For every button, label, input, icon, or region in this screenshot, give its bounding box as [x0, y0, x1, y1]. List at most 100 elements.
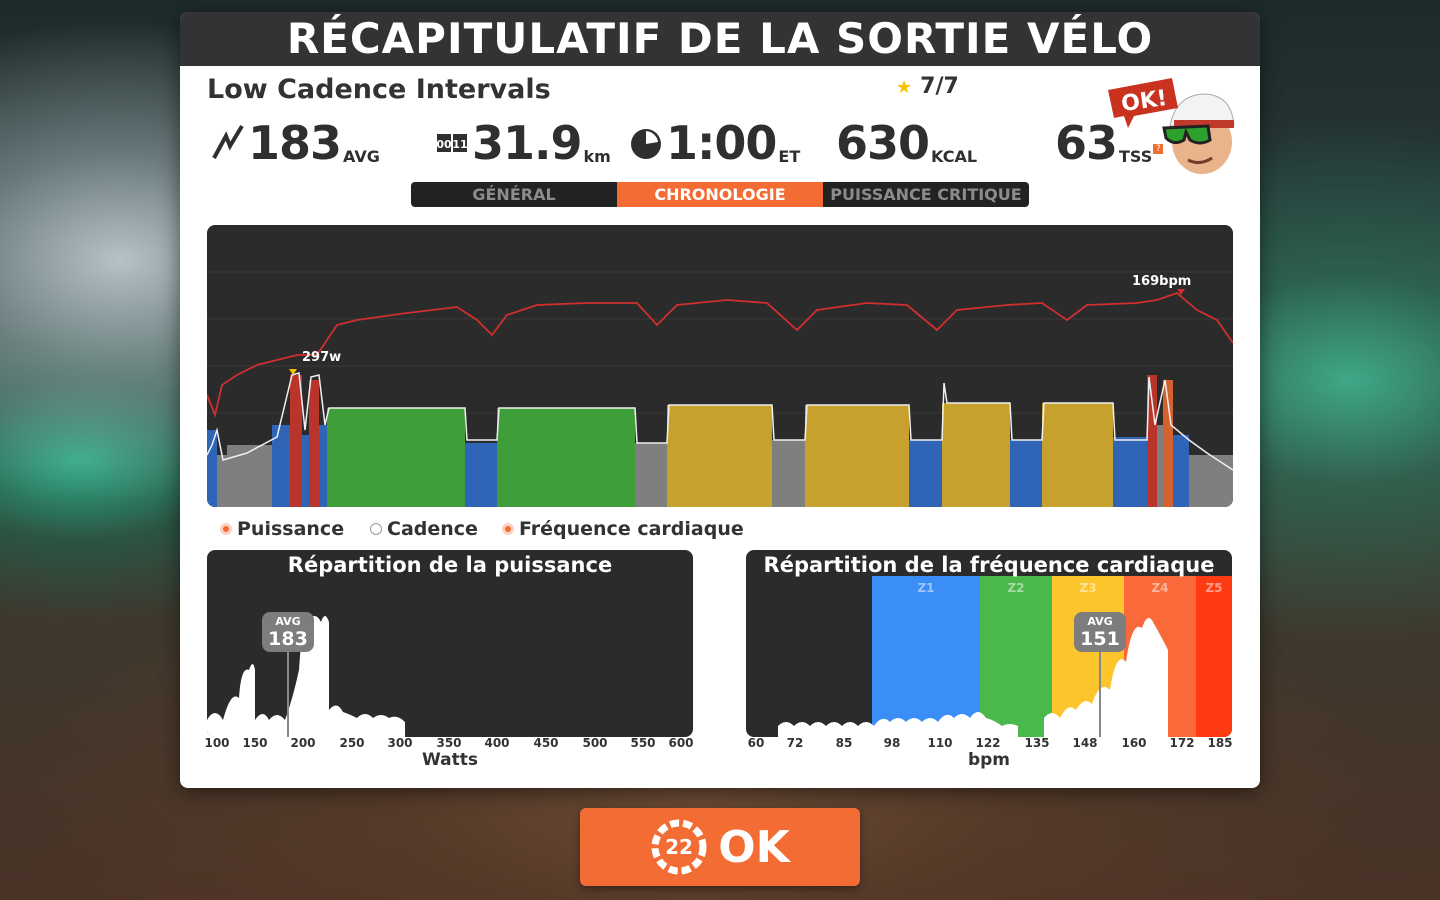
power-segment — [635, 443, 667, 507]
heart-rate-line — [207, 291, 1233, 418]
power-tick: 200 — [290, 736, 316, 750]
power-avg-label: AVG — [275, 615, 300, 628]
power-segment — [497, 408, 635, 507]
hr-zone-3-label: Z3 — [1079, 581, 1096, 595]
hr-tick: 98 — [883, 736, 901, 750]
distance-value: 31.9 — [472, 116, 582, 170]
countdown-value: 22 — [665, 835, 693, 859]
hr-avg-label: AVG — [1087, 615, 1112, 628]
power-segment — [217, 455, 227, 507]
legend-power-label: Puissance — [237, 518, 345, 540]
legend-cadence-label: Cadence — [387, 518, 478, 540]
hr-tick: 60 — [747, 736, 765, 750]
elapsed-time-value: 1:00 — [666, 116, 777, 170]
clock-icon — [631, 129, 661, 159]
stat-elapsed-time: 1:00 ET — [628, 112, 800, 168]
stat-calories: 630 KCAL — [836, 112, 977, 168]
legend-cadence-toggle-icon — [370, 523, 382, 535]
hr-zone-1-band — [872, 576, 980, 737]
hr-zone-4-label: Z4 — [1151, 581, 1168, 595]
legend-power-toggle-icon — [220, 523, 232, 535]
hr-tick: 160 — [1121, 736, 1147, 750]
workout-rating: ★ 7/7 — [896, 74, 959, 99]
power-segment — [1113, 437, 1147, 507]
legend-heart-rate-label: Fréquence cardiaque — [519, 518, 744, 540]
hr-tick: 72 — [786, 736, 804, 750]
hr-avg-value: 151 — [1080, 628, 1120, 650]
power-segment — [465, 443, 497, 507]
hr-zone-5-label: Z5 — [1205, 581, 1222, 595]
power-segment — [1173, 435, 1189, 507]
heart-rate-distribution-title: Répartition de la fréquence cardiaque — [763, 553, 1215, 577]
power-tick: 500 — [582, 736, 608, 750]
power-peak-label: 297w — [302, 350, 341, 365]
elapsed-time-unit: ET — [778, 147, 801, 166]
legend-power[interactable]: Puissance — [220, 518, 344, 540]
power-segment — [290, 375, 302, 507]
page-title: RÉCAPITULATIF DE LA SORTIE VÉLO — [180, 12, 1260, 66]
avatar: OK! — [1108, 78, 1235, 174]
timeline-chart: 297w 169bpm — [207, 225, 1233, 507]
hr-tick: 135 — [1024, 736, 1050, 750]
hr-zone-1-label: Z1 — [917, 581, 934, 595]
power-tick: 450 — [533, 736, 559, 750]
tab-chronologie[interactable]: CHRONOLOGIE — [617, 182, 823, 207]
power-segment — [302, 435, 309, 507]
power-segment — [667, 405, 772, 507]
power-tick: 150 — [242, 736, 268, 750]
hr-tick: 122 — [975, 736, 1001, 750]
power-tick: 550 — [630, 736, 656, 750]
svg-text:11: 11 — [452, 138, 467, 151]
summary-tabs: GÉNÉRAL CHRONOLOGIE PUISSANCE CRITIQUE — [411, 182, 1029, 207]
power-segment — [309, 380, 319, 507]
hr-tick: 185 — [1207, 736, 1233, 750]
hr-zone-2-label: Z2 — [1007, 581, 1024, 595]
hr-zone-2-band — [980, 576, 1052, 737]
power-segment — [909, 440, 942, 507]
avg-power-unit: AVG — [343, 147, 380, 166]
hr-tick: 110 — [927, 736, 953, 750]
power-tick: 350 — [436, 736, 462, 750]
avg-power-value: 183 — [248, 116, 342, 170]
power-segment — [805, 405, 909, 507]
power-segment — [327, 408, 465, 507]
rating-value: 7/7 — [920, 74, 959, 99]
power-segment — [272, 425, 290, 507]
power-segment — [1042, 403, 1113, 507]
hr-tick: 172 — [1169, 736, 1195, 750]
power-axis-label: Watts — [422, 750, 478, 770]
power-tick: 100 — [204, 736, 230, 750]
tab-general[interactable]: GÉNÉRAL — [411, 182, 617, 207]
power-tick: 400 — [484, 736, 510, 750]
power-segment — [1157, 425, 1163, 507]
legend-heart-rate-toggle-icon — [502, 523, 514, 535]
power-avg-value: 183 — [268, 628, 308, 650]
power-segment — [207, 430, 217, 507]
hr-tick: 85 — [835, 736, 853, 750]
hr-axis-label: bpm — [967, 750, 1011, 770]
legend-cadence[interactable]: Cadence — [370, 518, 478, 540]
avatar-speech: OK! — [1120, 86, 1169, 117]
tab-puissance-critique[interactable]: PUISSANCE CRITIQUE — [823, 182, 1029, 207]
calories-value: 630 — [836, 116, 930, 170]
stat-avg-power: 183 AVG — [212, 112, 380, 168]
odometer-icon: 00 11 — [436, 134, 468, 152]
timeline-svg: 297w 169bpm — [207, 271, 1233, 507]
power-segment — [227, 445, 272, 507]
power-segment — [1189, 455, 1233, 507]
countdown-icon: 22 — [651, 819, 707, 875]
ok-button-label: OK — [718, 821, 790, 873]
power-distribution-title: Répartition de la puissance — [287, 553, 613, 577]
stat-distance: 00 11 31.9 km — [436, 112, 611, 170]
power-tick: 300 — [387, 736, 413, 750]
distance-unit: km — [583, 147, 611, 166]
power-segment — [319, 425, 327, 507]
calories-unit: KCAL — [931, 147, 978, 166]
ok-button[interactable]: 22 OK — [580, 808, 860, 886]
hr-tick: 148 — [1072, 736, 1098, 750]
star-icon: ★ — [896, 77, 913, 98]
hr-zone-5-band — [1196, 576, 1232, 737]
power-tick: 250 — [339, 736, 365, 750]
svg-text:00: 00 — [436, 138, 452, 151]
legend-heart-rate[interactable]: Fréquence cardiaque — [502, 518, 744, 540]
